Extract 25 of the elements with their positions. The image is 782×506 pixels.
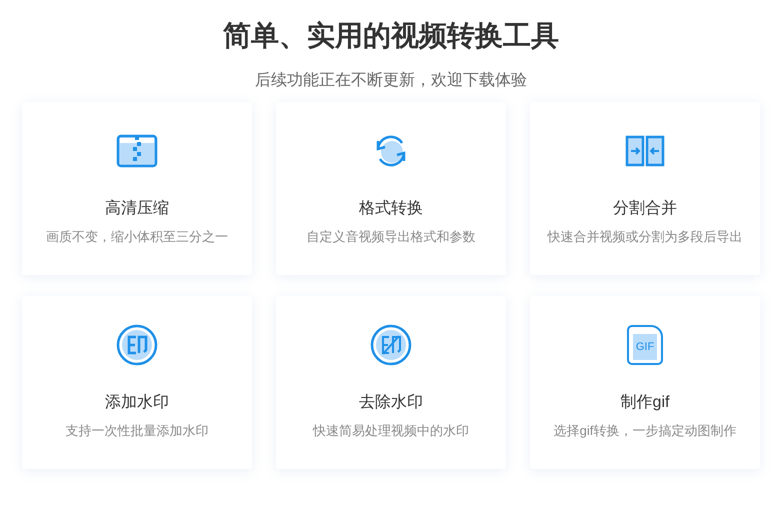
crossed-stamp-icon bbox=[370, 324, 412, 366]
feature-title: 制作gif bbox=[620, 392, 670, 413]
feature-card[interactable]: 去除水印 快速简易处理视频中的水印 bbox=[276, 296, 506, 469]
zip-folder-icon bbox=[116, 134, 158, 168]
feature-title: 去除水印 bbox=[359, 392, 423, 413]
feature-description: 画质不变，缩小体积至三分之一 bbox=[46, 228, 228, 246]
feature-title: 分割合并 bbox=[613, 198, 677, 219]
split-panels-icon bbox=[625, 135, 665, 167]
feature-description: 支持一次性批量添加水印 bbox=[66, 422, 208, 440]
feature-description: 快速简易处理视频中的水印 bbox=[313, 422, 469, 440]
feature-title: 格式转换 bbox=[359, 198, 423, 219]
page-title: 简单、实用的视频转换工具 bbox=[223, 19, 559, 53]
page-subtitle: 后续功能正在不断更新，欢迎下载体验 bbox=[255, 70, 527, 91]
feature-title: 高清压缩 bbox=[105, 198, 169, 219]
feature-description: 选择gif转换，一步搞定动图制作 bbox=[554, 422, 736, 440]
feature-card[interactable]: 添加水印 支持一次性批量添加水印 bbox=[22, 296, 252, 469]
stamp-icon bbox=[116, 324, 158, 366]
gif-file-icon: GIF bbox=[627, 325, 663, 365]
feature-description: 快速合并视频或分割为多段后导出 bbox=[548, 228, 742, 246]
feature-card[interactable]: 格式转换 自定义音视频导出格式和参数 bbox=[276, 102, 506, 275]
feature-title: 添加水印 bbox=[105, 392, 169, 413]
feature-card[interactable]: 高清压缩 画质不变，缩小体积至三分之一 bbox=[22, 102, 252, 275]
feature-card[interactable]: 分割合并 快速合并视频或分割为多段后导出 bbox=[530, 102, 760, 275]
feature-description: 自定义音视频导出格式和参数 bbox=[306, 228, 476, 246]
feature-card[interactable]: GIF 制作gif 选择gif转换，一步搞定动图制作 bbox=[530, 296, 760, 469]
